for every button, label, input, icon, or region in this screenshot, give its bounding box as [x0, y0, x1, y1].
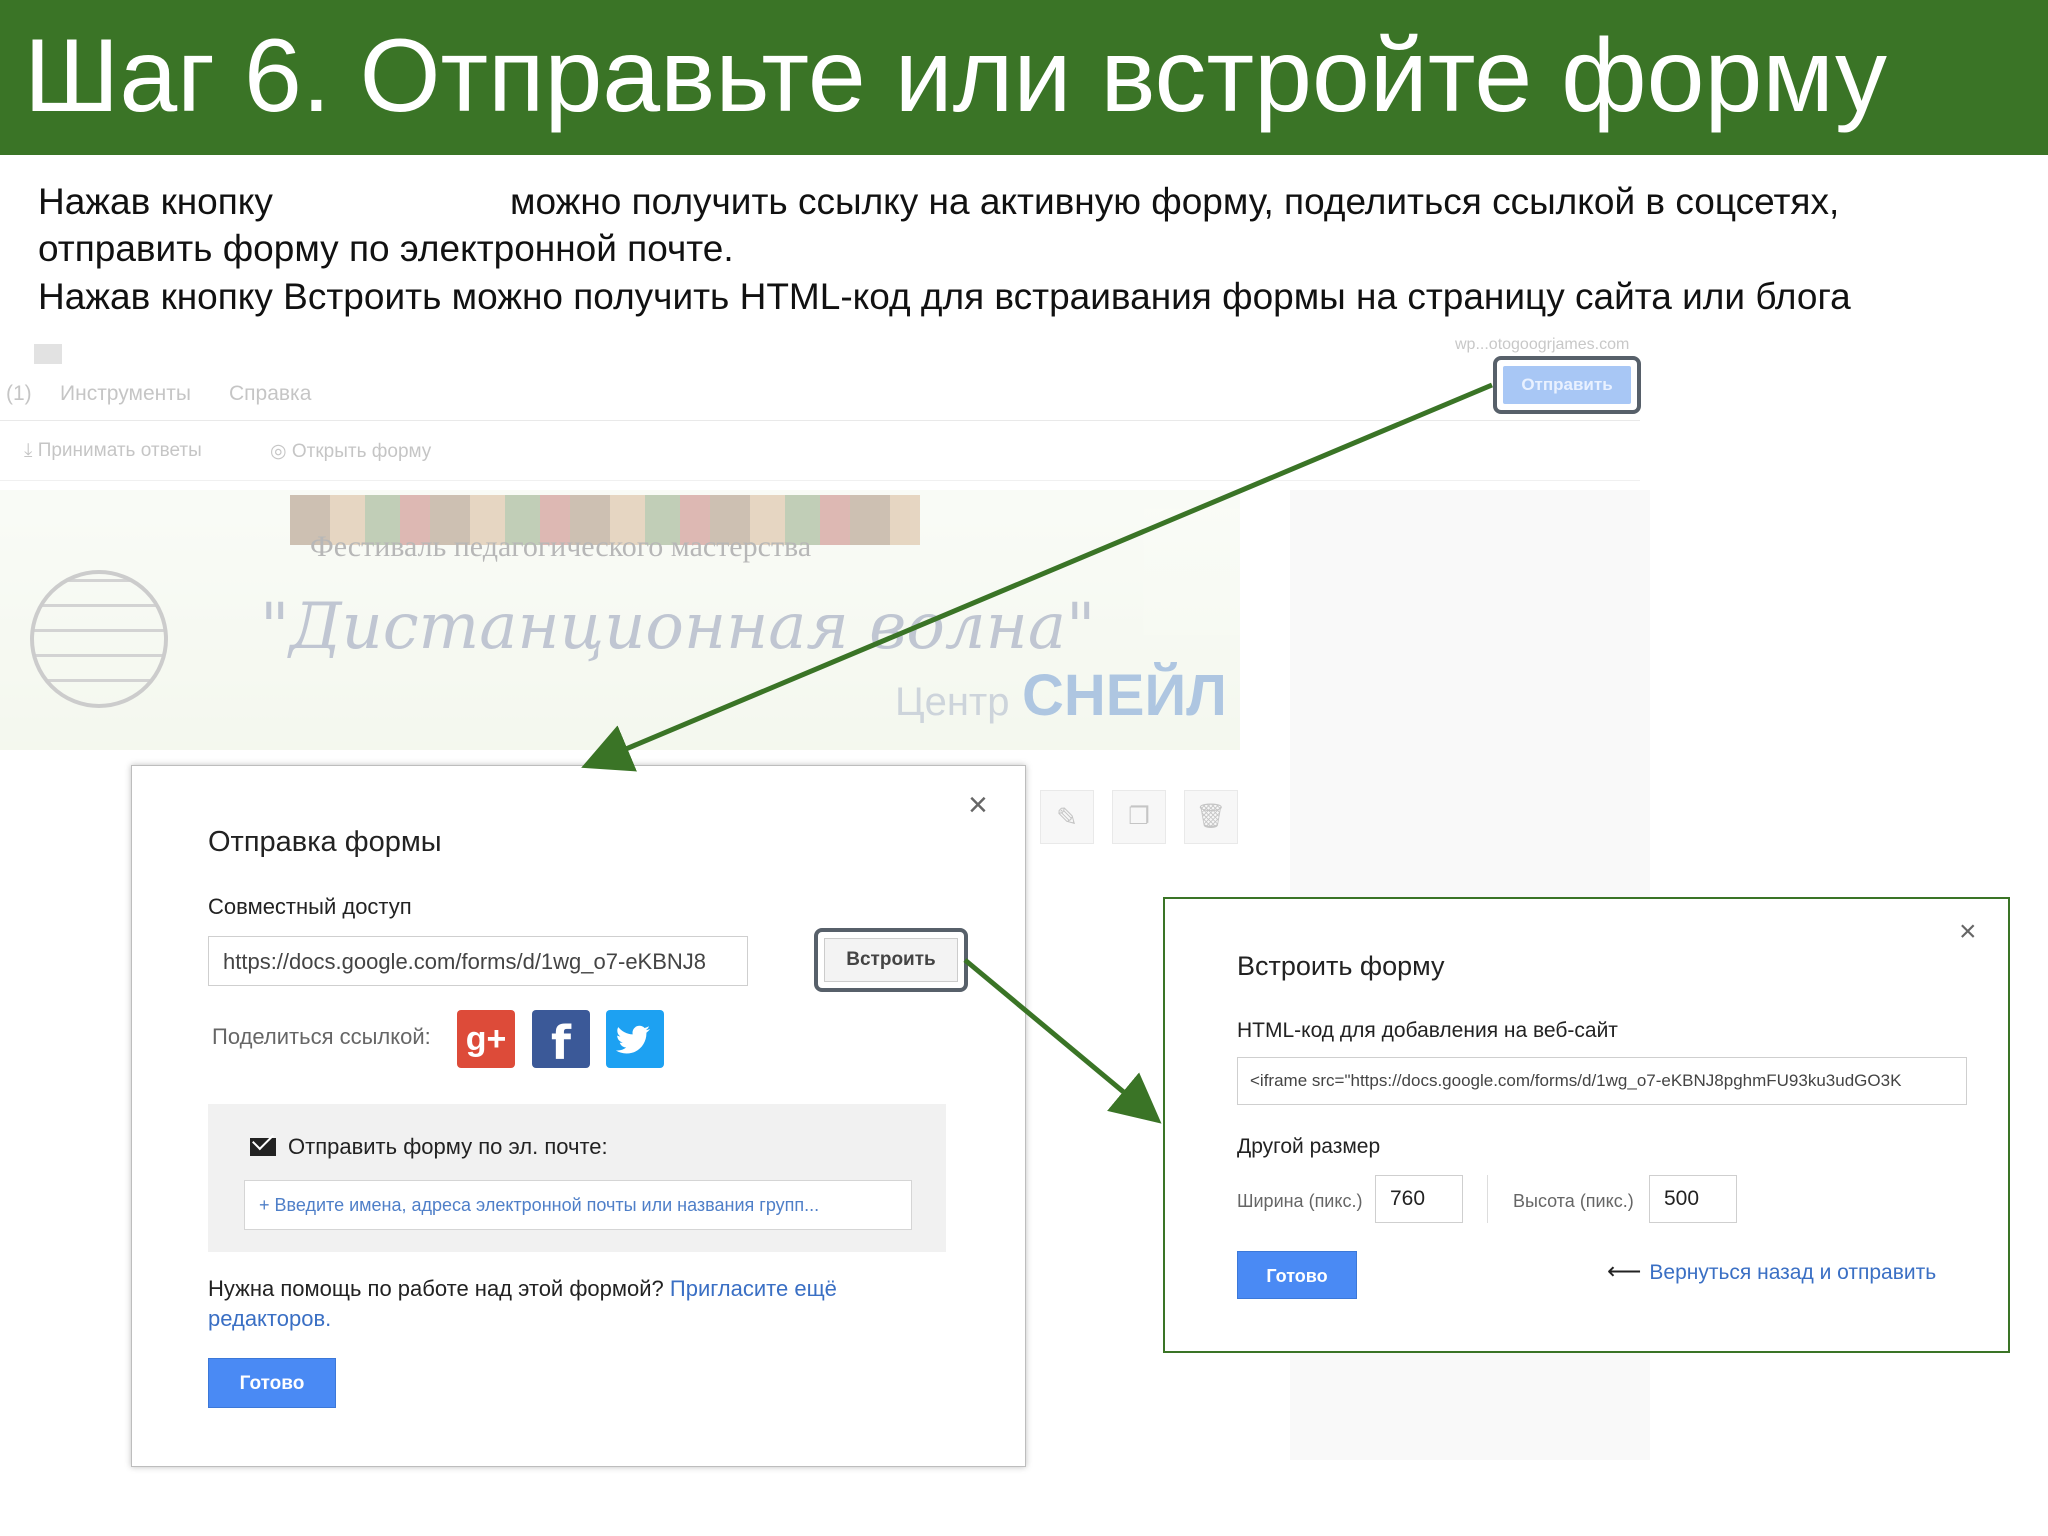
help-text: Нужна помощь по работе над этой формой? …	[208, 1274, 888, 1334]
intro-line3: Нажав кнопку Встроить можно получить HTM…	[38, 276, 1851, 317]
banner-title-text: "Дистанционная волна"	[260, 590, 1096, 664]
intro-line1-start: Нажав кнопку	[38, 181, 273, 222]
send-button[interactable]: Отправить	[1503, 366, 1631, 404]
custom-size-label: Другой размер	[1237, 1135, 1381, 1158]
twitter-bird-icon	[615, 1025, 650, 1054]
back-to-send-link[interactable]: ⟵ Вернуться назад и отправить	[1607, 1257, 1936, 1286]
width-input[interactable]: 760	[1375, 1175, 1463, 1223]
send-button-highlight: Отправить	[1493, 356, 1641, 414]
shared-access-label: Совместный доступ	[208, 894, 412, 919]
question-tools: ✎ ❐ 🗑	[1040, 790, 1240, 844]
eye-icon: ◎	[270, 441, 292, 462]
dialog-title: Отправка формы	[208, 826, 442, 858]
html-code-label: HTML-код для добавления на веб-сайт	[1237, 1019, 1618, 1042]
size-divider	[1487, 1175, 1488, 1223]
embed-form-dialog: × Встроить форму HTML-код для добавления…	[1163, 897, 2010, 1353]
intro-line1-end: можно получить ссылку на активную форму,…	[510, 181, 1840, 222]
envelope-icon	[250, 1138, 276, 1156]
done-button[interactable]: Готово	[1237, 1251, 1357, 1299]
slide-header-banner: Шаг 6. Отправьте или встройте форму	[0, 0, 2048, 155]
open-form-button[interactable]: ◎ Открыть форму	[270, 440, 431, 463]
width-label: Ширина (пикс.)	[1237, 1191, 1363, 1211]
menu-count[interactable]: (1)	[6, 382, 32, 406]
banner-centr-text: Центр	[895, 680, 1010, 724]
menu-tools[interactable]: Инструменты	[60, 382, 191, 406]
done-button[interactable]: Готово	[208, 1358, 336, 1408]
send-form-dialog: × Отправка формы Совместный доступ https…	[131, 765, 1026, 1467]
doc-icon	[34, 344, 62, 364]
banner-sneil-text: СНЕЙЛ	[1022, 663, 1227, 728]
back-arrow-icon: ⟵	[1607, 1258, 1642, 1285]
close-icon[interactable]: ×	[1959, 915, 1977, 949]
height-input[interactable]: 500	[1649, 1175, 1737, 1223]
twitter-icon[interactable]	[606, 1010, 664, 1068]
embed-button[interactable]: Встроить	[824, 938, 958, 982]
height-label: Высота (пикс.)	[1513, 1191, 1634, 1211]
embed-button-highlight: Встроить	[814, 928, 968, 992]
menu-help[interactable]: Справка	[229, 382, 311, 406]
banner-festival-text: Фестиваль педагогического мастерства	[310, 530, 812, 563]
trash-icon[interactable]: 🗑	[1184, 790, 1238, 844]
embed-code-field[interactable]: <iframe src="https://docs.google.com/for…	[1237, 1057, 1967, 1105]
toolbar-divider	[0, 480, 1640, 481]
slide-title: Шаг 6. Отправьте или встройте форму	[24, 18, 1888, 134]
facebook-icon[interactable]: f	[532, 1010, 590, 1070]
email-share-label: Отправить форму по эл. почте:	[288, 1134, 608, 1159]
edit-icon[interactable]: ✎	[1040, 790, 1094, 844]
accept-responses-button[interactable]: ⤓ Принимать ответы	[24, 440, 202, 462]
globe-logo-icon	[30, 570, 168, 708]
share-link-label: Поделиться ссылкой:	[212, 1024, 431, 1049]
help-question: Нужна помощь по работе над этой формой?	[208, 1276, 664, 1301]
intro-line2: отправить форму по электронной почте.	[38, 228, 734, 269]
form-url-field[interactable]: https://docs.google.com/forms/d/1wg_o7-e…	[208, 936, 748, 986]
google-plus-icon[interactable]: g+	[457, 1010, 515, 1068]
email-recipients-input[interactable]: + Введите имена, адреса электронной почт…	[244, 1180, 912, 1230]
inbox-icon: ⤓	[24, 440, 38, 461]
user-email-faded: wp...otogoogrjames.com	[1455, 336, 1630, 353]
menu-divider	[0, 420, 1640, 421]
email-share-section: Отправить форму по эл. почте: + Введите …	[208, 1104, 946, 1252]
dialog-title: Встроить форму	[1237, 951, 1445, 981]
close-icon[interactable]: ×	[968, 786, 988, 825]
duplicate-icon[interactable]: ❐	[1112, 790, 1166, 844]
